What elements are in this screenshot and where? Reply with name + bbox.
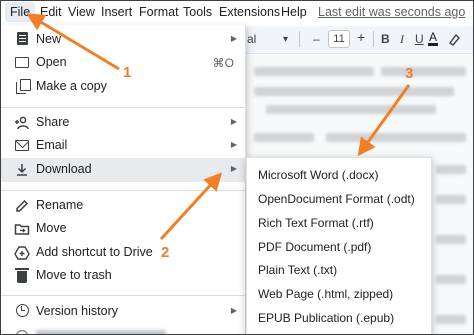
download-option-label: OpenDocument Format (.odt): [258, 192, 415, 206]
menu-help[interactable]: Help: [281, 5, 307, 19]
toolbar-divider: [373, 31, 374, 47]
share-person-icon: [14, 115, 30, 131]
menu-divider: [1, 295, 246, 296]
submenu-arrow-icon: ▶: [230, 140, 237, 149]
menu-item-partial[interactable]: [1, 324, 246, 334]
rename-icon: [14, 198, 30, 214]
download-icon: [14, 162, 30, 178]
menu-file[interactable]: File: [5, 2, 36, 22]
download-docx[interactable]: Microsoft Word (.docx): [247, 164, 433, 187]
menu-item-share[interactable]: Share ▶: [1, 111, 246, 135]
menu-format[interactable]: Format: [139, 5, 179, 19]
menu-view[interactable]: View: [68, 5, 95, 19]
menu-item-email[interactable]: Email ▶: [1, 134, 246, 158]
font-size-input[interactable]: 11: [328, 30, 350, 48]
copy-icon: [15, 79, 33, 95]
add-to-drive-icon: [14, 245, 30, 261]
menu-item-new[interactable]: New ▶: [1, 28, 246, 52]
toolbar-divider: [299, 31, 300, 47]
menu-insert[interactable]: Insert: [101, 5, 132, 19]
history-icon: [14, 304, 30, 320]
step-number-3: 3: [405, 65, 414, 82]
decrease-font-button[interactable]: –: [313, 32, 320, 46]
download-option-label: Plain Text (.txt): [258, 263, 338, 277]
download-pdf[interactable]: PDF Document (.pdf): [247, 236, 433, 259]
download-option-label: Microsoft Word (.docx): [258, 168, 379, 182]
menu-item-label: Move to trash: [36, 268, 112, 282]
italic-button[interactable]: I: [400, 32, 404, 47]
download-txt[interactable]: Plain Text (.txt): [247, 259, 433, 282]
menu-item-label: Share: [36, 115, 70, 129]
download-odt[interactable]: OpenDocument Format (.odt): [247, 188, 433, 211]
folder-icon: [14, 55, 30, 71]
step-number-1: 1: [123, 64, 132, 81]
submenu-arrow-icon: ▶: [230, 164, 237, 173]
bold-button[interactable]: B: [381, 32, 390, 46]
app-window: File Edit View Insert Format Tools Exten…: [0, 0, 474, 335]
menu-divider: [1, 190, 246, 191]
menu-item-label: Version history: [36, 304, 118, 318]
download-html[interactable]: Web Page (.html, zipped): [247, 283, 433, 306]
download-option-label: PDF Document (.pdf): [258, 240, 372, 254]
menu-item-label: Email: [36, 138, 68, 152]
menu-divider: [1, 107, 246, 108]
download-submenu: Microsoft Word (.docx) OpenDocument Form…: [246, 157, 433, 334]
menu-item-add-shortcut[interactable]: Add shortcut to Drive: [1, 241, 246, 265]
shortcut-text: ⌘O: [212, 56, 234, 70]
mail-icon: [14, 138, 30, 154]
menu-item-version-history[interactable]: Version history ▶: [1, 300, 246, 324]
submenu-arrow-icon: ▶: [230, 34, 237, 43]
download-option-label: Web Page (.html, zipped): [258, 287, 394, 301]
menu-bar: File Edit View Insert Format Tools Exten…: [1, 1, 473, 25]
menu-item-rename[interactable]: Rename: [1, 194, 246, 218]
menu-item-label: New: [36, 32, 62, 46]
menu-item-label: Download: [36, 162, 92, 176]
font-name-fragment[interactable]: al: [247, 32, 256, 46]
move-icon: [14, 221, 30, 237]
trash-icon: [14, 268, 30, 284]
menu-tools[interactable]: Tools: [183, 5, 212, 19]
submenu-arrow-icon: ▶: [230, 117, 237, 126]
step-number-2: 2: [161, 244, 170, 261]
menu-item-download[interactable]: Download ▶: [1, 158, 246, 182]
download-option-label: Rich Text Format (.rtf): [258, 216, 374, 230]
last-edit-link[interactable]: Last edit was seconds ago: [318, 5, 465, 19]
submenu-arrow-icon: ▶: [230, 306, 237, 315]
text-color-button[interactable]: A: [427, 30, 439, 46]
menu-item-move-to-trash[interactable]: Move to trash: [1, 264, 246, 288]
font-dropdown-icon[interactable]: ▾: [283, 34, 288, 45]
download-epub[interactable]: EPUB Publication (.epub): [247, 307, 433, 330]
download-option-label: EPUB Publication (.epub): [258, 311, 395, 325]
underline-button[interactable]: U: [415, 32, 424, 46]
download-rtf[interactable]: Rich Text Format (.rtf): [247, 212, 433, 235]
menu-item-label: Make a copy: [36, 79, 107, 93]
menu-item-label: Rename: [36, 198, 84, 212]
menu-edit[interactable]: Edit: [40, 5, 62, 19]
menu-item-label: Move: [36, 221, 67, 235]
menu-item-move[interactable]: Move: [1, 217, 246, 241]
highlight-icon[interactable]: [447, 32, 461, 49]
increase-font-button[interactable]: +: [357, 29, 365, 45]
document-icon: [14, 32, 30, 48]
menu-item-label: Add shortcut to Drive: [36, 245, 153, 259]
menu-extensions[interactable]: Extensions: [219, 5, 280, 19]
menu-item-label: Open: [36, 55, 67, 69]
offline-icon: [14, 328, 30, 334]
